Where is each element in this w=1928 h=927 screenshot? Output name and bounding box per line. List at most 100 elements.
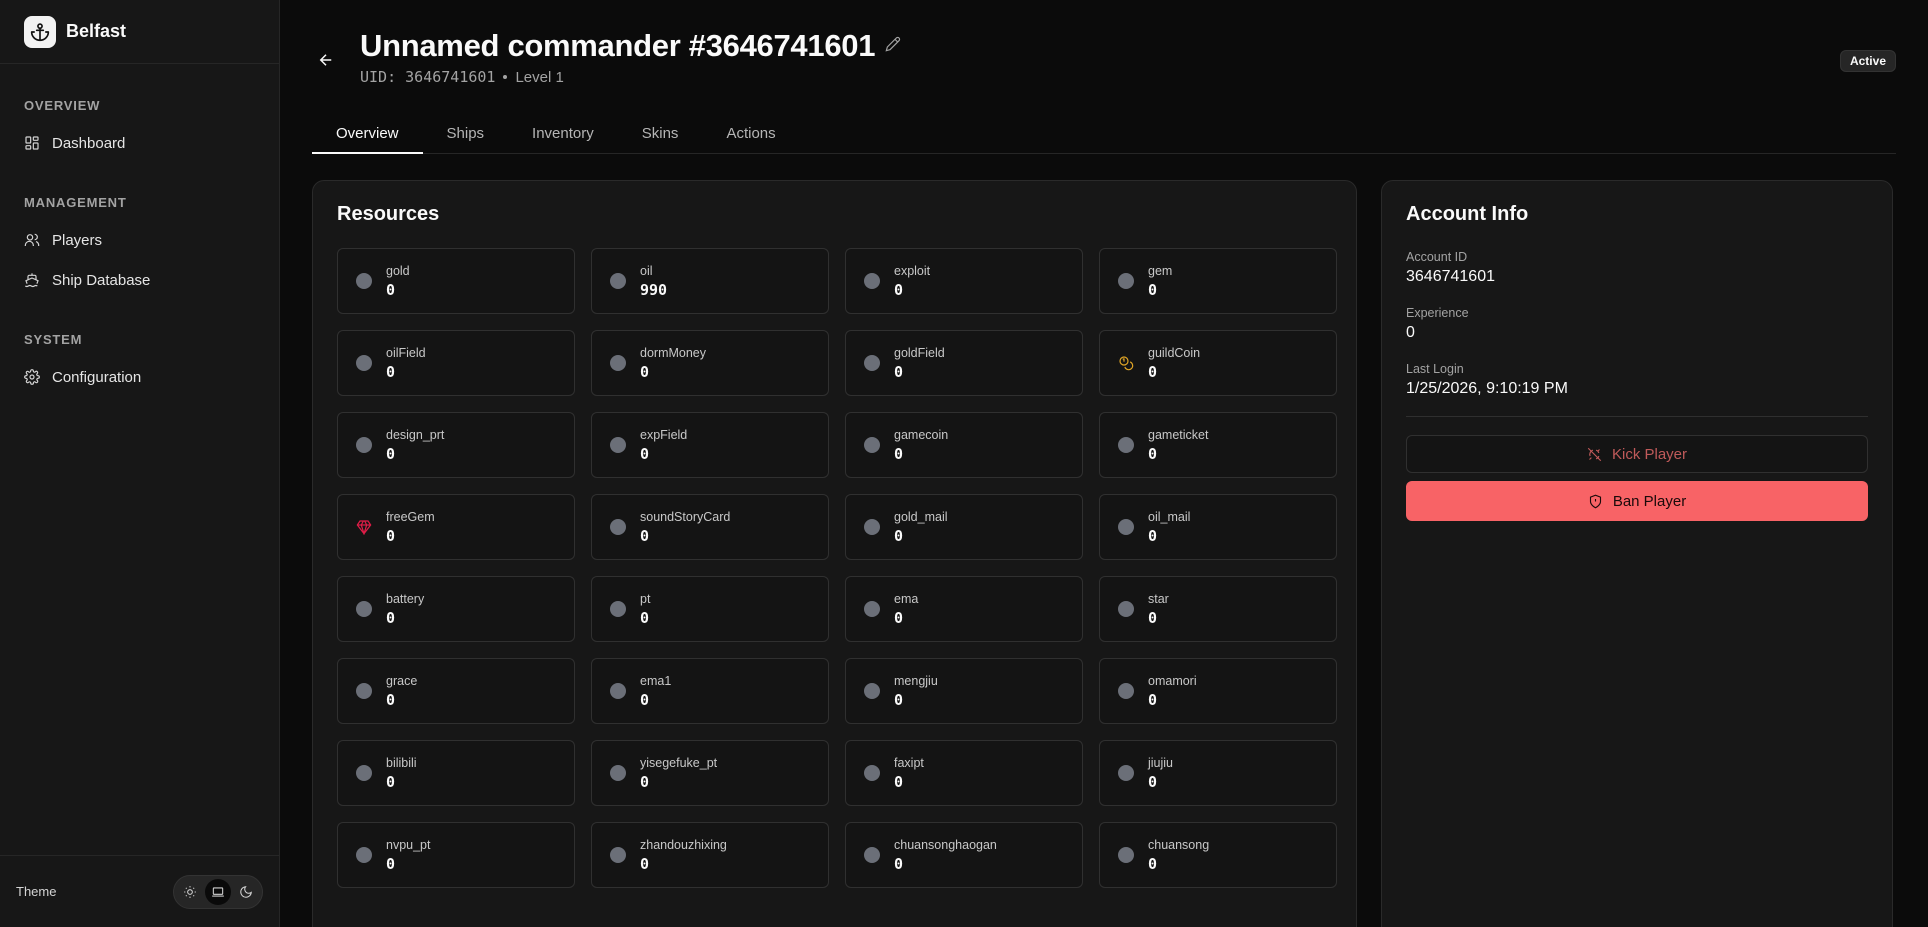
sidebar-item-label: Ship Database: [52, 271, 151, 289]
resource-tile-ema[interactable]: ema 0: [845, 576, 1083, 642]
nav-heading: MANAGEMENT: [24, 195, 127, 210]
resource-value: 0: [386, 854, 396, 873]
theme-switcher: [173, 874, 263, 909]
resource-value: 0: [894, 772, 904, 791]
theme-light-button[interactable]: [177, 879, 203, 905]
ban-player-button[interactable]: Ban Player: [1406, 481, 1868, 521]
resource-dot-icon: [356, 601, 372, 617]
resource-tile-ema1[interactable]: ema1 0: [591, 658, 829, 724]
tab-overview[interactable]: Overview: [312, 114, 423, 154]
sidebar-item-players[interactable]: Players: [12, 220, 267, 260]
resource-tile-soundstorycard[interactable]: soundStoryCard 0: [591, 494, 829, 560]
resource-tile-zhandouzhixing[interactable]: zhandouzhixing 0: [591, 822, 829, 888]
resource-tile-chuansonghaogan[interactable]: chuansonghaogan 0: [845, 822, 1083, 888]
resource-tile-exploit[interactable]: exploit 0: [845, 248, 1083, 314]
resource-tile-gold[interactable]: gold 0: [337, 248, 575, 314]
resource-tile-goldfield[interactable]: goldField 0: [845, 330, 1083, 396]
resource-tile-bilibili[interactable]: bilibili 0: [337, 740, 575, 806]
resource-name: guildCoin: [1148, 345, 1201, 360]
theme-label: Theme: [16, 884, 57, 899]
theme-dark-button[interactable]: [233, 879, 259, 905]
resource-tile-yisegefuke-pt[interactable]: yisegefuke_pt 0: [591, 740, 829, 806]
shield-alert-icon: [1589, 494, 1601, 508]
users-icon: [24, 233, 40, 246]
resource-name: gold: [386, 263, 410, 278]
resource-value: 0: [1148, 608, 1158, 627]
field-label: Experience: [1406, 306, 1469, 320]
resource-tile-omamori[interactable]: omamori 0: [1099, 658, 1337, 724]
edit-name-button[interactable]: [885, 36, 901, 57]
tab-skins[interactable]: Skins: [618, 114, 703, 154]
resource-name: jiujiu: [1148, 755, 1174, 770]
back-button[interactable]: [312, 46, 340, 74]
resource-value: 0: [894, 362, 904, 381]
resource-tile-gem[interactable]: gem 0: [1099, 248, 1337, 314]
resource-name: expField: [640, 427, 688, 442]
page-title: Unnamed commander #3646741601: [360, 28, 876, 63]
resource-name: bilibili: [386, 755, 417, 770]
resource-name: dormMoney: [640, 345, 706, 360]
resource-name: design_prt: [386, 427, 445, 442]
resource-tile-expfield[interactable]: expField 0: [591, 412, 829, 478]
resource-tile-nvpu-pt[interactable]: nvpu_pt 0: [337, 822, 575, 888]
resource-tile-pt[interactable]: pt 0: [591, 576, 829, 642]
resource-dot-icon: [610, 683, 626, 699]
resource-value: 0: [1148, 362, 1158, 381]
resource-value: 0: [386, 608, 396, 627]
resource-tile-gameticket[interactable]: gameticket 0: [1099, 412, 1337, 478]
resource-value: 990: [640, 280, 668, 299]
overview-content: Resources gold 0 oil 990 exploit 0 gem 0 oilFiel…: [312, 180, 1896, 927]
resource-value: 0: [894, 854, 904, 873]
page-header: Unnamed commander #3646741601 UID: 36467…: [312, 28, 1896, 86]
resource-name: yisegefuke_pt: [640, 755, 718, 770]
resource-name: freeGem: [386, 509, 435, 524]
arrow-left-icon: [319, 54, 332, 66]
resource-tile-faxipt[interactable]: faxipt 0: [845, 740, 1083, 806]
field-value: 3646741601: [1406, 268, 1495, 285]
resource-tile-grace[interactable]: grace 0: [337, 658, 575, 724]
theme-system-button[interactable]: [205, 878, 231, 905]
nav-section-overview: OVERVIEW Dashboard: [12, 80, 267, 163]
sidebar-item-configuration[interactable]: Configuration: [12, 357, 267, 397]
resource-tile-oil[interactable]: oil 990: [591, 248, 829, 314]
resource-tile-freegem[interactable]: freeGem 0: [337, 494, 575, 560]
resource-tile-battery[interactable]: battery 0: [337, 576, 575, 642]
resource-value: 0: [1148, 444, 1158, 463]
resource-tile-jiujiu[interactable]: jiujiu 0: [1099, 740, 1337, 806]
resource-value: 0: [386, 444, 396, 463]
resource-value: 0: [894, 444, 904, 463]
resource-dot-icon: [864, 765, 880, 781]
resource-tile-dormmoney[interactable]: dormMoney 0: [591, 330, 829, 396]
resource-tile-oilfield[interactable]: oilField 0: [337, 330, 575, 396]
resource-dot-icon: [356, 765, 372, 781]
laptop-icon: [212, 886, 224, 897]
resource-name: exploit: [894, 263, 931, 278]
resource-tile-gold-mail[interactable]: gold_mail 0: [845, 494, 1083, 560]
resource-tile-design-prt[interactable]: design_prt 0: [337, 412, 575, 478]
resource-dot-icon: [610, 273, 626, 289]
tab-ships[interactable]: Ships: [423, 114, 509, 154]
resource-value: 0: [640, 362, 650, 381]
sidebar-item-ship-database[interactable]: Ship Database: [12, 260, 267, 300]
kick-player-button[interactable]: Kick Player: [1406, 435, 1868, 473]
divider: [1406, 416, 1868, 417]
sidebar-item-dashboard[interactable]: Dashboard: [12, 123, 267, 163]
plug-off-icon: [1587, 447, 1602, 461]
resource-tile-chuansong[interactable]: chuansong 0: [1099, 822, 1337, 888]
resource-tile-mengjiu[interactable]: mengjiu 0: [845, 658, 1083, 724]
tab-inventory[interactable]: Inventory: [508, 114, 618, 154]
brand[interactable]: Belfast: [0, 0, 279, 64]
main-content: Unnamed commander #3646741601 UID: 36467…: [280, 0, 1928, 927]
resource-dot-icon: [1118, 683, 1134, 699]
resource-name: oil: [640, 263, 653, 278]
player-level: Level 1: [515, 68, 564, 86]
resource-value: 0: [894, 608, 904, 627]
resource-tile-guildcoin[interactable]: guildCoin 0: [1099, 330, 1337, 396]
resource-tile-gamecoin[interactable]: gamecoin 0: [845, 412, 1083, 478]
player-uid: UID: 3646741601: [360, 68, 496, 86]
resource-dot-icon: [864, 273, 880, 289]
resource-tile-oil-mail[interactable]: oil_mail 0: [1099, 494, 1337, 560]
status-badge: Active: [1839, 50, 1896, 72]
resource-tile-star[interactable]: star 0: [1099, 576, 1337, 642]
tab-actions[interactable]: Actions: [702, 114, 799, 154]
